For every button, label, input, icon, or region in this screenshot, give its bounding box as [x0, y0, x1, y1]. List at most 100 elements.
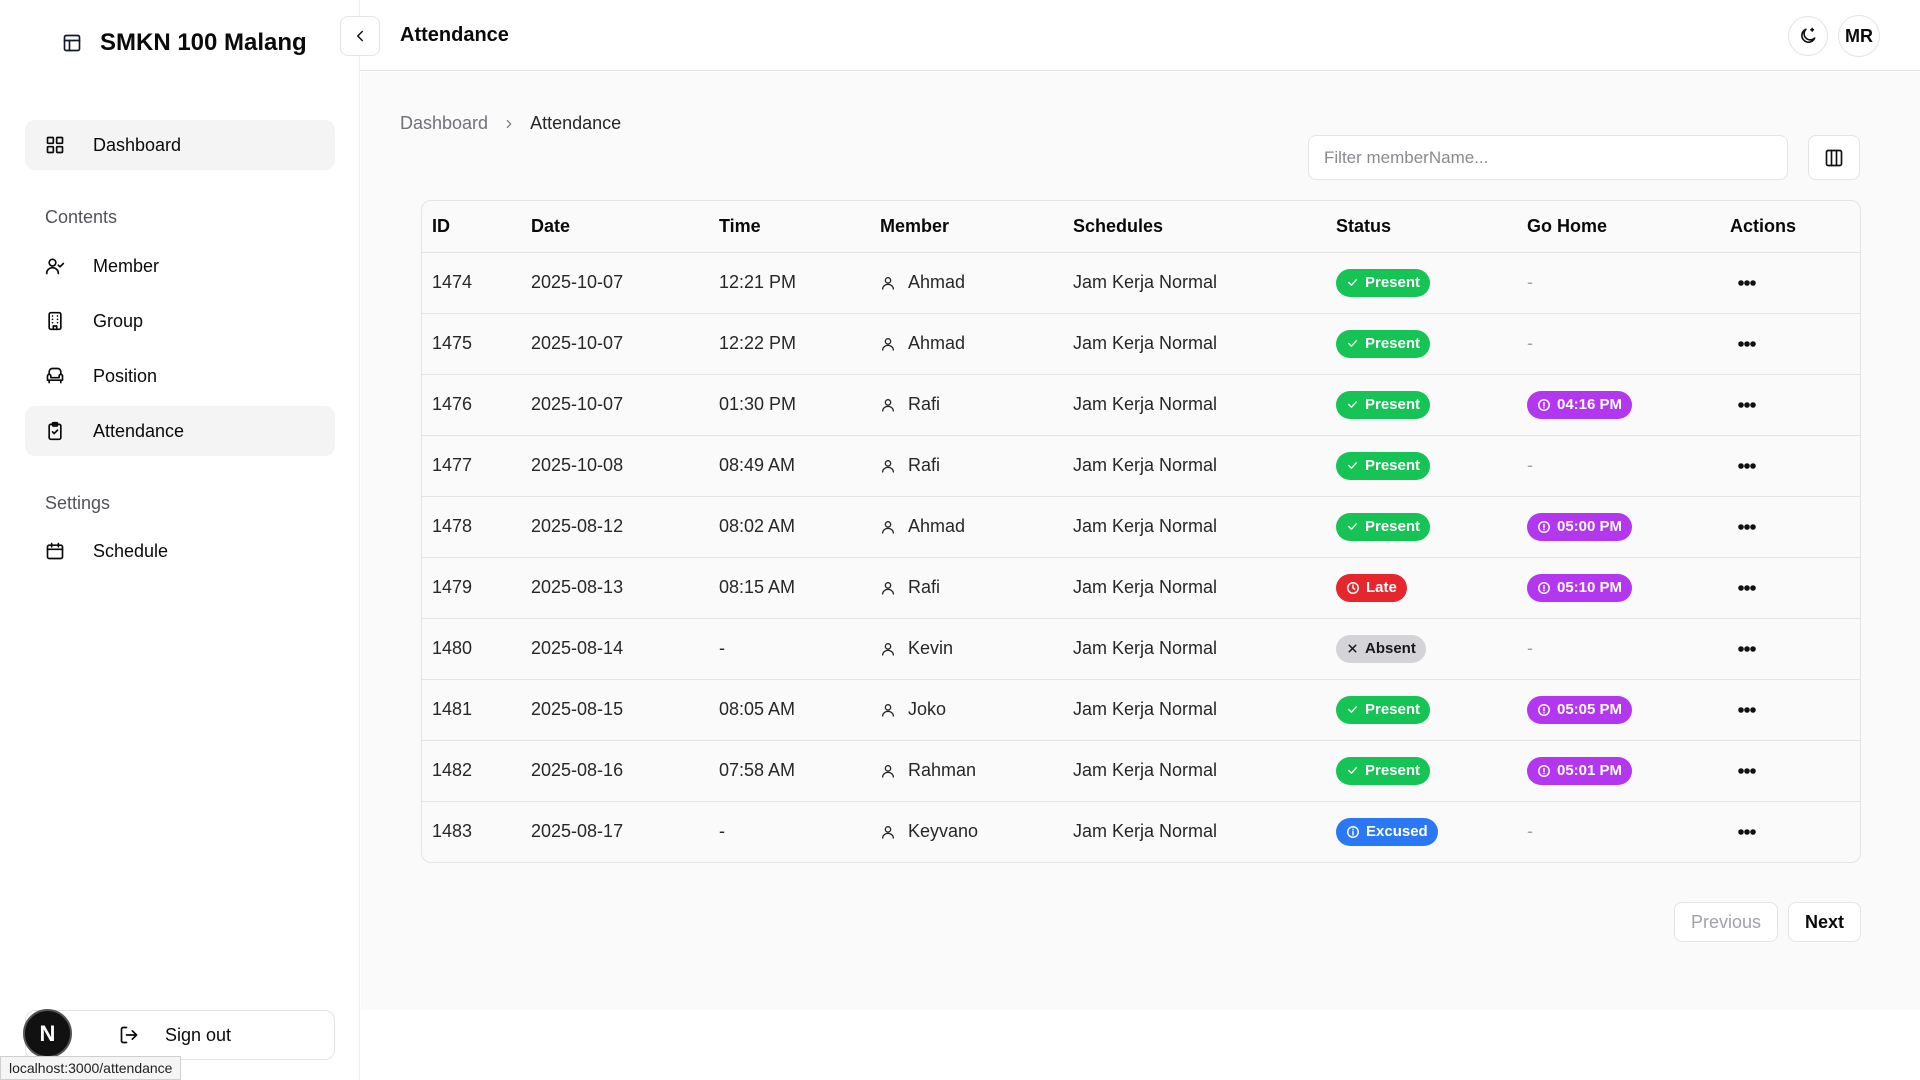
- table-row[interactable]: 1480 2025-08-14- Kevin Jam Kerja Normal Abse…: [422, 618, 1860, 680]
- member-name-filter-input[interactable]: [1308, 135, 1788, 180]
- more-horizontal-icon: [1738, 462, 1756, 469]
- sidebar-item-position[interactable]: Position: [25, 351, 335, 401]
- table-row[interactable]: 1476 2025-10-07 01:30 PM Rafi Jam Kerja Norm…: [422, 374, 1860, 436]
- row-actions-button[interactable]: [1730, 757, 1764, 785]
- column-header-time[interactable]: Time: [709, 201, 870, 253]
- more-horizontal-icon: [1738, 767, 1756, 774]
- column-header-go-home[interactable]: Go Home: [1517, 201, 1720, 253]
- sidebar-item-group[interactable]: Group: [25, 296, 335, 346]
- status-badge: Present: [1336, 695, 1431, 724]
- sidebar-item-attendance[interactable]: Attendance: [25, 406, 335, 456]
- cell-id: 1483: [432, 821, 473, 842]
- cell-go-home: -: [1517, 618, 1720, 680]
- previous-page-button[interactable]: Previous: [1674, 902, 1778, 942]
- theme-toggle-button[interactable]: [1788, 16, 1828, 56]
- member-name: Rafi: [908, 455, 941, 475]
- go-home-badge: 05:10 PM: [1527, 573, 1633, 602]
- member-name: Rafi: [908, 577, 941, 597]
- sidebar-item-label: Group: [93, 310, 144, 331]
- more-horizontal-icon: [1738, 706, 1756, 713]
- cell-member: Joko: [870, 679, 1063, 741]
- cell-schedule: Jam Kerja Normal: [1063, 740, 1326, 802]
- breadcrumb-dashboard-link[interactable]: Dashboard: [400, 113, 488, 134]
- row-actions-button[interactable]: [1730, 391, 1764, 419]
- table-row[interactable]: 1475 2025-10-07 12:22 PM Ahmad Jam Kerja Nor…: [422, 313, 1860, 375]
- dashboard-icon: [45, 135, 65, 155]
- cell-go-home: 05:05 PM: [1517, 679, 1720, 741]
- status-label: Late: [1366, 579, 1397, 596]
- table-row[interactable]: 1482 2025-08-16 07:58 AM Rahman Jam Kerja No…: [422, 740, 1860, 802]
- user-avatar[interactable]: MR: [1838, 15, 1880, 57]
- row-actions-button[interactable]: [1730, 818, 1764, 846]
- column-header-date[interactable]: Date: [521, 201, 709, 253]
- column-header-status[interactable]: Status: [1326, 201, 1517, 253]
- cell-id: 1476: [422, 374, 521, 436]
- status-badge: Present: [1336, 329, 1431, 358]
- member-name: Kevin: [908, 638, 954, 658]
- sidebar-item-member[interactable]: Member: [25, 241, 335, 291]
- status-badge: Present: [1336, 451, 1431, 480]
- cell-schedule: Jam Kerja Normal: [1063, 252, 1326, 314]
- cell-status: Absent: [1326, 618, 1517, 680]
- go-home-empty: -: [1527, 272, 1533, 292]
- cell-time: 08:15 AM: [709, 557, 870, 619]
- row-actions-button[interactable]: [1730, 330, 1764, 358]
- cell-time: 08:49 AM: [709, 435, 870, 497]
- table-row[interactable]: 1478 2025-08-12 08:02 AM Ahmad Jam Kerja Nor…: [422, 496, 1860, 558]
- cell-id: 1475: [422, 313, 521, 375]
- status-badge: Absent: [1336, 634, 1426, 663]
- clock-icon: [1537, 703, 1551, 717]
- column-header-schedules[interactable]: Schedules: [1063, 201, 1326, 253]
- column-toggle-button[interactable]: [1808, 135, 1860, 180]
- cell-member: Rafi: [870, 557, 1063, 619]
- n-logo-icon[interactable]: N: [23, 1009, 72, 1058]
- row-actions-button[interactable]: [1730, 696, 1764, 724]
- cell-actions: [1720, 313, 1860, 375]
- sidebar-item-schedule[interactable]: Schedule: [25, 526, 335, 576]
- cell-member: Rahman: [870, 740, 1063, 802]
- user-icon: [880, 458, 896, 474]
- cell-member: Kevin: [870, 618, 1063, 680]
- sidebar-item-label: Schedule: [93, 540, 169, 561]
- go-home-badge: 04:16 PM: [1527, 390, 1633, 419]
- go-home-badge: 05:00 PM: [1527, 512, 1633, 541]
- cell-actions: [1720, 740, 1860, 802]
- row-actions-button[interactable]: [1730, 574, 1764, 602]
- status-label: Excused: [1366, 823, 1428, 841]
- user-icon: [880, 336, 896, 352]
- sidebar-item-dashboard[interactable]: Dashboard: [25, 120, 335, 170]
- user-icon: [880, 275, 896, 291]
- cell-id: 1482: [422, 740, 521, 802]
- table-row[interactable]: 1479 2025-08-13 08:15 AM Rafi Jam Kerja Norm…: [422, 557, 1860, 619]
- cell-date: 2025-10-07: [521, 374, 709, 436]
- row-actions-button[interactable]: [1730, 452, 1764, 480]
- more-horizontal-icon: [1738, 401, 1756, 408]
- table-row[interactable]: 1474 2025-10-07 12:21 PM Ahmad Jam Kerja Nor…: [422, 252, 1860, 314]
- cell-id: 1474: [422, 252, 521, 314]
- chevron-left-icon: [351, 27, 369, 45]
- cell-status: Present: [1326, 313, 1517, 375]
- column-header-id[interactable]: ID: [422, 201, 521, 253]
- go-home-empty: -: [1527, 455, 1533, 475]
- top-header: [360, 0, 1920, 71]
- row-actions-button[interactable]: [1730, 635, 1764, 663]
- table-row[interactable]: 1483 2025-08-17 - Keyvano Jam Kerja Normal Ex…: [422, 801, 1860, 862]
- next-page-button[interactable]: Next: [1788, 902, 1861, 942]
- cell-schedule: Jam Kerja Normal: [1063, 679, 1326, 741]
- attendance-table: ID Date Time Member Schedules Status Go …: [421, 200, 1861, 863]
- column-header-member[interactable]: Member: [870, 201, 1063, 253]
- cell-actions: [1720, 496, 1860, 558]
- collapse-sidebar-button[interactable]: [340, 16, 380, 56]
- more-horizontal-icon: [1738, 279, 1756, 286]
- cell-date: 2025-10-07: [521, 252, 709, 314]
- row-actions-button[interactable]: [1730, 269, 1764, 297]
- member-name: Rafi: [908, 394, 941, 414]
- member-name: Keyvano: [908, 821, 979, 842]
- cell-actions: [1720, 618, 1860, 680]
- cell-status: Present: [1326, 496, 1517, 558]
- row-actions-button[interactable]: [1730, 513, 1764, 541]
- sign-out-label: Sign out: [165, 1024, 232, 1045]
- table-row[interactable]: 1481 2025-08-15 08:05 AM Joko Jam Kerja Norm…: [422, 679, 1860, 741]
- chevron-right-icon: [502, 117, 516, 131]
- table-row[interactable]: 1477 2025-10-08 08:49 AM Rafi Jam Kerja Norm…: [422, 435, 1860, 497]
